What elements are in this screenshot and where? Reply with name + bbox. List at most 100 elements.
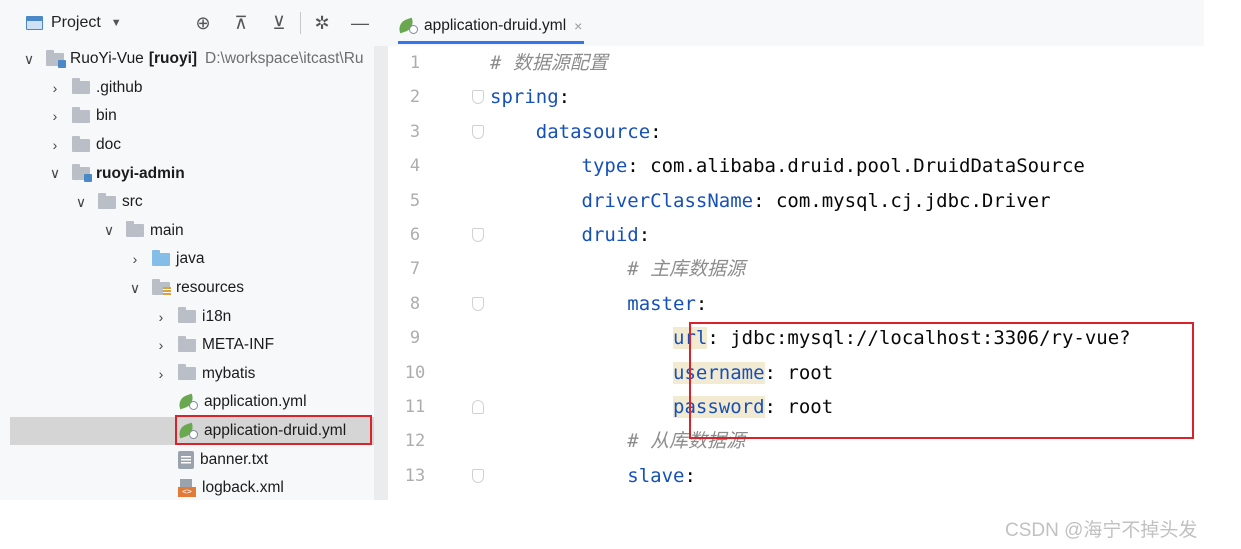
fold-marker-icon[interactable] xyxy=(472,468,484,483)
text-file-icon xyxy=(178,450,194,469)
code-line: 6 druid: xyxy=(388,218,1204,252)
tree-item-label: doc xyxy=(96,136,121,154)
tree-item[interactable]: ∨ ruoyi-admin xyxy=(0,159,374,188)
panel-toolbar: ⊕ ⊼ ⊻ ✲ — xyxy=(190,10,373,36)
annotation-box-credentials xyxy=(689,322,1194,439)
tree-item[interactable]: › mybatis xyxy=(0,360,374,389)
gear-icon[interactable]: ✲ xyxy=(309,10,335,36)
editor-tab-bar: application-druid.yml × xyxy=(388,0,1204,46)
chevron-right-icon[interactable]: › xyxy=(152,309,170,325)
line-number: 7 xyxy=(409,259,421,280)
tree-item[interactable]: banner.txt xyxy=(0,445,374,474)
code-text: slave: xyxy=(490,459,696,493)
tree-item-label: i18n xyxy=(202,307,232,325)
chevron-down-icon[interactable]: ∨ xyxy=(46,165,64,182)
project-panel-header: Project ▼ ⊕ ⊼ ⊻ ✲ — xyxy=(0,0,388,46)
line-number: 6 xyxy=(409,225,421,245)
tree-item[interactable]: › i18n xyxy=(0,302,374,331)
project-window-icon xyxy=(26,16,43,30)
panel-scrollbar[interactable] xyxy=(374,46,388,500)
code-text: # 主库数据源 xyxy=(490,252,745,286)
code-token: # 数据源配置 xyxy=(490,52,608,74)
fold-marker-icon[interactable] xyxy=(472,124,484,139)
code-token: : xyxy=(650,120,662,143)
tree-item[interactable]: › java xyxy=(0,245,374,274)
tab-application-druid-yml[interactable]: application-druid.yml × xyxy=(396,10,582,42)
chevron-right-icon[interactable]: › xyxy=(46,108,64,124)
tree-item-label: application.yml xyxy=(204,393,307,411)
line-number: 3 xyxy=(409,121,421,142)
chevron-down-icon[interactable]: ∨ xyxy=(100,222,118,239)
folder-icon xyxy=(72,106,90,123)
tree-item[interactable]: application.yml xyxy=(0,388,374,417)
tree-item[interactable]: › META-INF xyxy=(0,331,374,360)
folder-icon xyxy=(178,364,196,381)
code-token: : com.alibaba.druid.pool.DruidDataSource xyxy=(627,155,1085,178)
tree-item[interactable]: › .github xyxy=(0,74,374,103)
collapse-all-icon[interactable]: ⊻ xyxy=(266,10,292,36)
fold-marker-icon[interactable] xyxy=(472,90,484,105)
tree-item-label: banner.txt xyxy=(200,450,269,468)
line-number: 9 xyxy=(409,328,421,349)
tree-item[interactable]: ∨ RuoYi-Vue [ruoyi] D:\workspace\itcast\Ru xyxy=(0,45,374,74)
chevron-right-icon[interactable]: › xyxy=(46,80,64,96)
line-number: 8 xyxy=(409,293,421,314)
expand-all-icon[interactable]: ⊼ xyxy=(228,10,254,36)
code-token: : com.mysql.cj.jdbc.Driver xyxy=(753,189,1051,212)
tree-item[interactable]: › doc xyxy=(0,131,374,160)
fold-marker-icon[interactable] xyxy=(472,400,484,414)
close-icon[interactable]: × xyxy=(574,18,582,34)
tree-item-label: bin xyxy=(96,107,117,125)
code-text: master: xyxy=(490,287,707,321)
code-line: 13 slave: xyxy=(388,459,1204,493)
module-folder-icon xyxy=(72,164,92,183)
chevron-down-icon[interactable]: ∨ xyxy=(72,194,90,211)
line-number: 12 xyxy=(404,431,426,452)
line-number: 10 xyxy=(404,362,426,383)
folder-icon xyxy=(72,135,90,152)
tree-item[interactable]: <> logback.xml xyxy=(0,474,374,500)
tree-item-label: java xyxy=(176,250,205,268)
tab-label: application-druid.yml xyxy=(424,17,567,34)
tree-item-label: main xyxy=(150,221,184,239)
tree-item[interactable]: ∨ resources xyxy=(0,274,374,303)
fold-marker-icon[interactable] xyxy=(472,228,484,242)
locate-file-icon[interactable]: ⊕ xyxy=(190,10,216,36)
active-tab-indicator xyxy=(398,41,584,44)
chevron-right-icon[interactable]: › xyxy=(152,337,170,353)
folder-icon xyxy=(178,335,196,352)
code-token: driverClassName xyxy=(490,189,754,212)
tree-item[interactable]: › bin xyxy=(0,102,374,131)
fold-marker-icon[interactable] xyxy=(472,296,484,311)
folder-icon xyxy=(178,307,196,324)
tree-item-label: .github xyxy=(96,78,143,96)
source-folder-icon xyxy=(152,249,170,266)
line-number: 5 xyxy=(409,190,421,211)
project-view-selector[interactable]: Project ▼ xyxy=(26,14,122,32)
code-token: master xyxy=(490,292,696,315)
code-text: druid: xyxy=(490,218,651,252)
code-token: # 主库数据源 xyxy=(490,258,746,281)
toolbar-divider xyxy=(300,12,301,34)
tree-item-label: ruoyi-admin xyxy=(96,164,185,182)
chevron-right-icon[interactable]: › xyxy=(152,366,170,382)
folder-icon xyxy=(98,192,116,209)
chevron-down-icon: ▼ xyxy=(110,17,122,29)
tree-item[interactable]: ∨ src xyxy=(0,188,374,217)
tree-item-label: META-INF xyxy=(202,336,275,354)
chevron-right-icon[interactable]: › xyxy=(46,137,64,153)
line-number: 2 xyxy=(409,87,421,108)
code-line: 3 datasource: xyxy=(388,115,1204,149)
code-token: : xyxy=(695,292,708,315)
hide-panel-icon[interactable]: — xyxy=(347,10,373,36)
chevron-down-icon[interactable]: ∨ xyxy=(20,51,38,68)
code-text: type: com.alibaba.druid.pool.DruidDataSo… xyxy=(490,149,1085,183)
module-folder-icon xyxy=(46,49,66,68)
chevron-right-icon[interactable]: › xyxy=(126,251,144,267)
code-token: slave xyxy=(490,464,685,487)
code-text: datasource: xyxy=(490,115,662,149)
chevron-down-icon[interactable]: ∨ xyxy=(126,280,144,297)
tree-item[interactable]: ∨ main xyxy=(0,217,374,246)
